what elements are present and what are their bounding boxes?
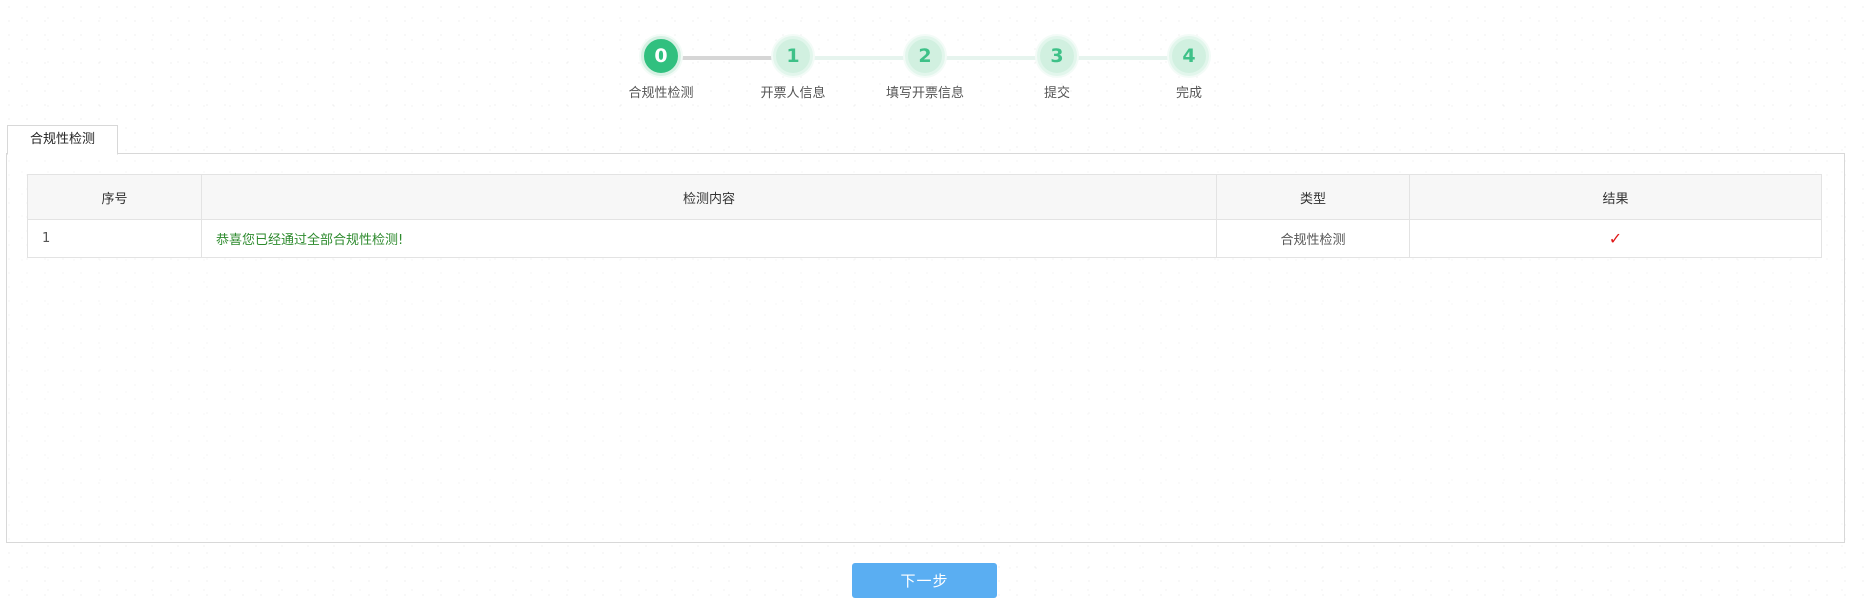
cell-type: 合规性检测: [1216, 219, 1410, 258]
tab-compliance-check[interactable]: 合规性检测: [7, 125, 118, 155]
step-fill-invoice-info: 2 填写开票信息: [870, 36, 980, 101]
cell-content: 恭喜您已经通过全部合规性检测!: [201, 219, 1217, 258]
column-header-content: 检测内容: [201, 174, 1217, 220]
column-header-type: 类型: [1216, 174, 1410, 220]
step-label: 开票人信息: [760, 86, 826, 101]
cell-seq: 1: [27, 219, 202, 258]
step-label: 合规性检测: [628, 86, 694, 101]
step-label: 填写开票信息: [885, 86, 964, 101]
table-row: 1 恭喜您已经通过全部合规性检测! 合规性检测 ✓: [27, 219, 1822, 258]
step-label: 完成: [1175, 86, 1202, 101]
step-number-badge: 1: [773, 36, 813, 76]
table-header-row: 序号 检测内容 类型 结果: [27, 174, 1822, 220]
step-number-badge: 0: [641, 36, 681, 76]
column-header-result: 结果: [1409, 174, 1822, 220]
column-header-seq: 序号: [27, 174, 202, 220]
step-number-badge: 2: [905, 36, 945, 76]
progress-steps: 0 合规性检测 1 开票人信息 2 填写开票信息 3 提交 4 完成: [0, 36, 1865, 106]
step-drawer-info: 1 开票人信息: [738, 36, 848, 101]
next-step-button[interactable]: 下一步: [852, 563, 997, 598]
step-number-badge: 4: [1169, 36, 1209, 76]
step-compliance-check: 0 合规性检测: [606, 36, 716, 101]
check-icon: ✓: [1409, 219, 1822, 258]
step-number-badge: 3: [1037, 36, 1077, 76]
compliance-table: 序号 检测内容 类型 结果 1 恭喜您已经通过全部合规性检测! 合规性检测 ✓: [27, 174, 1822, 258]
step-label: 提交: [1043, 86, 1070, 101]
step-submit: 3 提交: [1002, 36, 1112, 101]
step-complete: 4 完成: [1134, 36, 1244, 101]
